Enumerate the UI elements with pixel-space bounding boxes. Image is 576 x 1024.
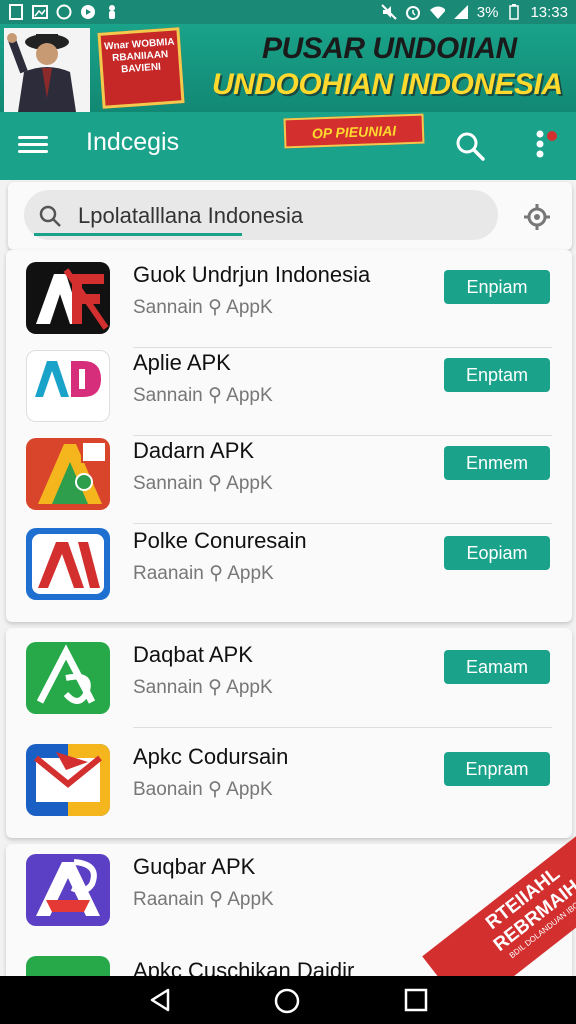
install-button[interactable]: Eopiam (444, 536, 550, 570)
status-left-icons (8, 4, 120, 20)
install-button[interactable]: Enmem (444, 446, 550, 480)
app-meta: Raanain ⚲ AppK (133, 888, 274, 911)
app-icon-green-a (26, 642, 110, 714)
search-icon[interactable] (454, 130, 486, 162)
tag-icon: ⚲ (208, 297, 222, 318)
home-icon[interactable] (274, 988, 300, 1014)
app-icon-a-colorful (26, 438, 110, 510)
tag-icon: ⚲ (208, 779, 222, 800)
app-icon-green-partial (26, 956, 110, 976)
wifi-icon (429, 4, 445, 20)
promo-badge: Wnar WOBMIA RBANIIAAN BAVIENI (97, 27, 185, 109)
list-item[interactable]: Dadarn APK Sannain ⚲ AppK Enmem (6, 434, 572, 524)
install-button[interactable]: Enptam (444, 358, 550, 392)
navigation-bar (0, 976, 576, 1024)
recents-icon[interactable] (404, 988, 428, 1012)
app-type: AppK (226, 677, 273, 698)
status-right-icons: 3% 13:33 (381, 4, 568, 21)
promo-banner[interactable]: Wnar WOBMIA RBANIIAAN BAVIENI PUSAR UNDO… (0, 24, 576, 112)
app-type: AppK (227, 563, 274, 584)
list-item[interactable]: Polke Conuresain Raanain ⚲ AppK Eopiam (6, 524, 572, 614)
banner-title-line2: UNDOOHIAN INDONESIA (212, 68, 563, 101)
whatsapp-icon (56, 4, 72, 20)
app-name: Apkc Codursain (133, 744, 289, 769)
install-button[interactable]: Eamam (444, 650, 550, 684)
app-meta: Baonain ⚲ AppK (133, 778, 273, 801)
app-developer: Raanain (133, 889, 204, 910)
promo-label[interactable]: OP PIEUNIAI (283, 113, 425, 149)
signal-icon (453, 4, 469, 20)
app-name: Dadarn APK (133, 438, 255, 463)
app-developer: Sannain (133, 473, 203, 494)
hamburger-menu-icon[interactable] (18, 132, 48, 160)
mute-icon (381, 4, 397, 20)
app-type: AppK (226, 297, 273, 318)
app-meta: Sannain ⚲ AppK (133, 384, 273, 407)
app-list-card-2: Daqbat APK Sannain ⚲ AppK Eamam Apkc Cod… (6, 628, 572, 838)
app-type: AppK (227, 889, 274, 910)
app-meta: Sannain ⚲ AppK (133, 472, 273, 495)
more-options-icon[interactable] (530, 126, 560, 166)
app-developer: Sannain (133, 385, 203, 406)
app-name: Apkc Cuschikan Daidir (133, 958, 355, 976)
notification-icon (104, 4, 120, 20)
status-bar: 3% 13:33 (0, 0, 576, 24)
app-meta: Sannain ⚲ AppK (133, 296, 273, 319)
alarm-icon (405, 4, 421, 20)
search-icon (38, 204, 62, 228)
install-button[interactable]: Enpiam (444, 270, 550, 304)
app-icon-af (26, 262, 110, 334)
banner-title-line1: PUSAR UNDOIIAN (262, 32, 517, 65)
settings-icon[interactable] (522, 202, 552, 232)
app-name: Polke Conuresain (133, 528, 307, 553)
app-developer: Sannain (133, 297, 203, 318)
back-icon[interactable] (148, 988, 172, 1012)
app-type: AppK (226, 779, 273, 800)
app-icon-purple-a (26, 854, 110, 926)
corner-ribbon[interactable]: RTEIIAHL REBRMAIH BDIL DOLANDUAN IBOA (396, 824, 576, 976)
gallery-icon (32, 4, 48, 20)
battery-icon (506, 4, 522, 20)
app-name: Guqbar APK (133, 854, 256, 879)
list-item[interactable]: Apkc Codursain Baonain ⚲ AppK Enpram (6, 740, 572, 830)
divider (133, 727, 552, 728)
tag-icon: ⚲ (208, 385, 222, 406)
app-bar: Indcegis OP PIEUNIAI (0, 112, 576, 180)
tag-icon: ⚲ (209, 563, 223, 584)
app-title: Indcegis (86, 128, 180, 156)
app-name: Daqbat APK (133, 642, 253, 667)
app-meta: Raanain ⚲ AppK (133, 562, 274, 585)
presenter-image (4, 28, 90, 112)
pdf-icon (8, 4, 24, 20)
app-type: AppK (226, 385, 273, 406)
youtube-icon (80, 4, 96, 20)
app-type: AppK (226, 473, 273, 494)
tag-icon: ⚲ (208, 473, 222, 494)
search-field[interactable] (24, 190, 498, 240)
app-name: Guok Undrjun Indonesia (133, 262, 371, 287)
install-button[interactable]: Enpram (444, 752, 550, 786)
battery-percent: 3% (476, 3, 499, 21)
app-icon-ad (26, 350, 110, 422)
tag-icon: ⚲ (208, 677, 222, 698)
list-item[interactable]: Guok Undrjun Indonesia Sannain ⚲ AppK En… (6, 258, 572, 348)
app-icon-ai (26, 528, 110, 600)
app-icon-envelope (26, 744, 110, 816)
app-developer: Raanain (133, 563, 204, 584)
ribbon-text: RTEIIAHL REBRMAIH BDIL DOLANDUAN IBOA (422, 824, 576, 976)
app-list-card-1: Guok Undrjun Indonesia Sannain ⚲ AppK En… (6, 250, 572, 622)
list-item[interactable]: Aplie APK Sannain ⚲ AppK Enptam (6, 346, 572, 436)
search-card (8, 182, 572, 250)
app-developer: Sannain (133, 677, 203, 698)
list-item[interactable]: Daqbat APK Sannain ⚲ AppK Eamam (6, 638, 572, 728)
search-input[interactable] (76, 202, 480, 230)
app-developer: Baonain (133, 779, 203, 800)
app-name: Aplie APK (133, 350, 231, 375)
app-meta: Sannain ⚲ AppK (133, 676, 273, 699)
search-underline (34, 233, 242, 236)
clock: 13:33 (530, 3, 568, 21)
tag-icon: ⚲ (209, 889, 223, 910)
